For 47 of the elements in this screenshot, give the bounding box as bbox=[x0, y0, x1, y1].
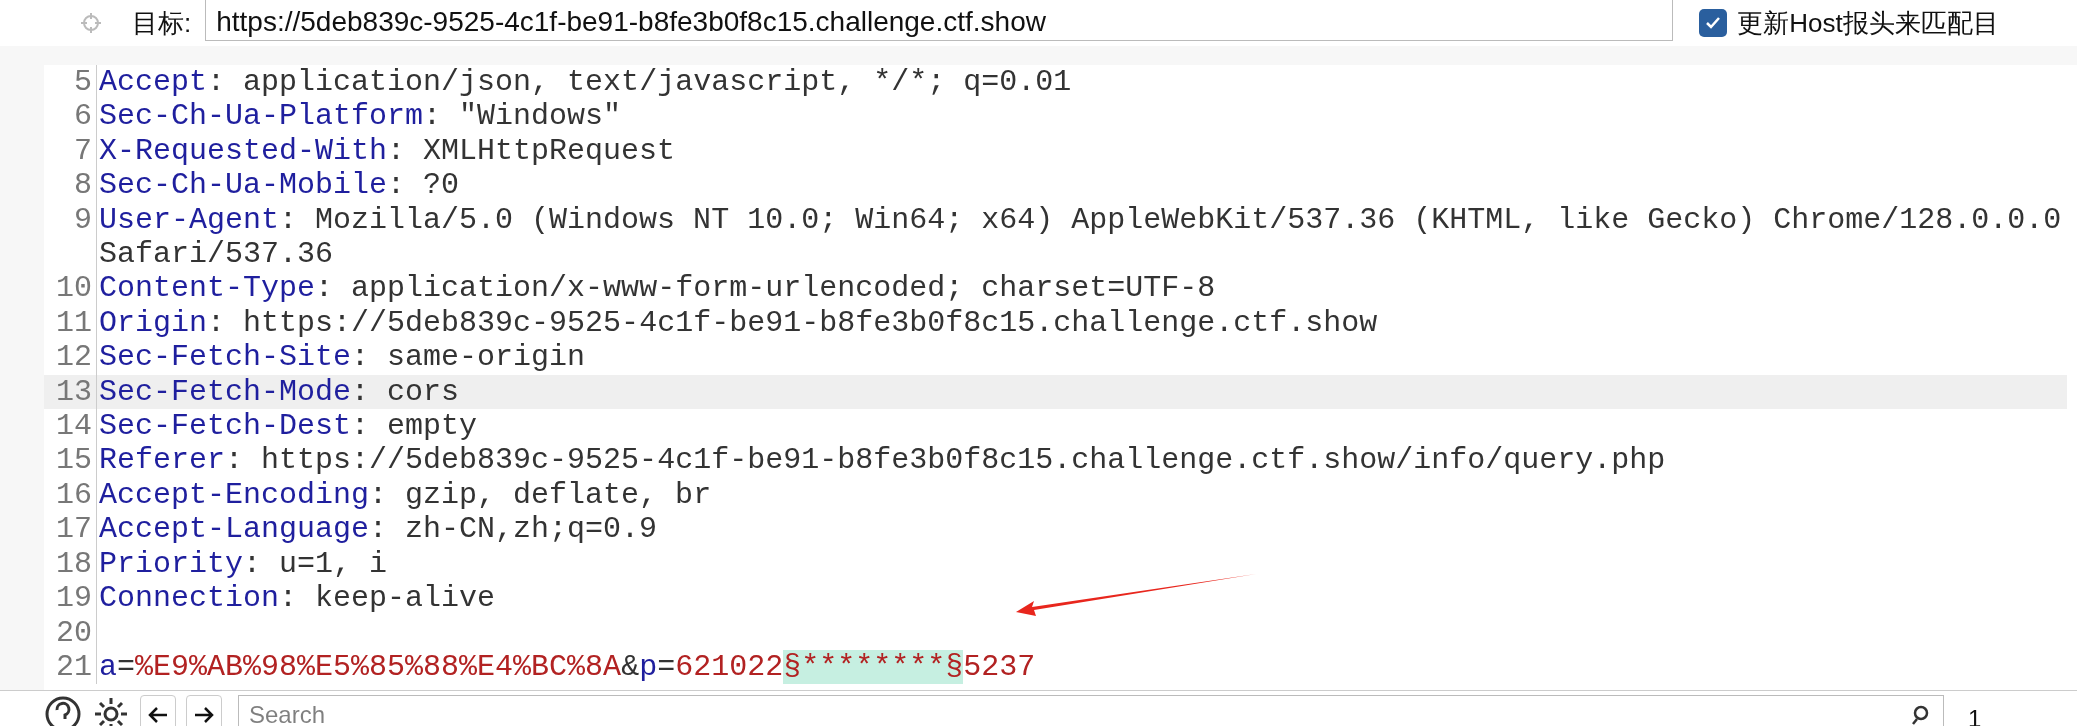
checkbox[interactable] bbox=[1699, 9, 1728, 37]
header-line: Sec-Fetch-Site: same-origin bbox=[99, 340, 586, 375]
next-button[interactable] bbox=[186, 695, 222, 726]
header-line: Connection: keep-alive bbox=[99, 581, 496, 616]
header-line: Sec-Fetch-Dest: empty bbox=[99, 409, 478, 444]
param-value: 621022 bbox=[675, 649, 784, 684]
param-name: p bbox=[639, 649, 658, 684]
header-line: Sec-Ch-Ua-Mobile: ?0 bbox=[99, 168, 460, 203]
line-number: 20 bbox=[44, 615, 97, 650]
header-line: Referer: https://5deb839c-9525-4c1f-be91-b8fe3b0f8c15.challenge.ctf.show/info/query.php bbox=[99, 443, 1666, 478]
line-number: 19 bbox=[44, 581, 97, 616]
header-line: Content-Type: application/x-www-form-urlencoded; charset=UTF-8 bbox=[99, 271, 1216, 306]
line-number: 10 bbox=[44, 271, 97, 306]
help-icon[interactable] bbox=[44, 695, 82, 726]
header-line: X-Requested-With: XMLHttpRequest bbox=[99, 133, 676, 168]
separator: & bbox=[621, 649, 640, 684]
line-number: 6 bbox=[44, 99, 97, 134]
separator: = bbox=[657, 649, 676, 684]
param-name: a bbox=[99, 649, 117, 684]
param-value: 5237 bbox=[963, 649, 1036, 684]
header-line: Accept: application/json, text/javascript, */*; q=0.01 bbox=[99, 65, 1072, 99]
header-line: Priority: u=1, i bbox=[99, 546, 388, 581]
line-number: 14 bbox=[44, 409, 97, 444]
header-line: Accept-Encoding: gzip, deflate, br bbox=[99, 477, 712, 512]
header-line: Origin: https://5deb839c-9525-4c1f-be91-b8fe3b0f8c15.challenge.ctf.show bbox=[99, 305, 1378, 340]
line-number: 7 bbox=[44, 133, 97, 169]
checkbox-label: 更新Host报头来匹配目 bbox=[1737, 6, 1999, 40]
target-label: 目标: bbox=[132, 6, 192, 40]
line-number: 21 bbox=[44, 649, 97, 685]
line-number: 5 bbox=[44, 65, 97, 100]
line-number: 17 bbox=[44, 512, 97, 547]
line-number: 8 bbox=[44, 168, 97, 203]
payload-marker: §********§ bbox=[783, 649, 964, 684]
line-number: 12 bbox=[44, 340, 97, 375]
header-line: Sec-Fetch-Mode: cors bbox=[99, 374, 460, 409]
line-number: 11 bbox=[44, 305, 97, 341]
param-value: %E9%AB%98%E5%85%88%E4%BC%8A bbox=[135, 649, 622, 684]
header-line: Sec-Ch-Ua-Platform: "Windows" bbox=[99, 99, 622, 134]
separator: = bbox=[117, 649, 136, 684]
line-number: 9 bbox=[44, 202, 97, 272]
previous-button[interactable] bbox=[140, 695, 176, 726]
line-number: 18 bbox=[44, 546, 97, 582]
url-field[interactable]: https://5deb839c-9525-4c1f-be91-b8fe3b0f8c15.challenge.ctf.show bbox=[205, 0, 1674, 41]
line-number: 16 bbox=[44, 477, 97, 513]
line-number: 15 bbox=[44, 443, 97, 478]
line-number: 13 bbox=[44, 374, 97, 410]
header-line: Accept-Language: zh-CN,zh;q=0.9 bbox=[99, 512, 658, 547]
